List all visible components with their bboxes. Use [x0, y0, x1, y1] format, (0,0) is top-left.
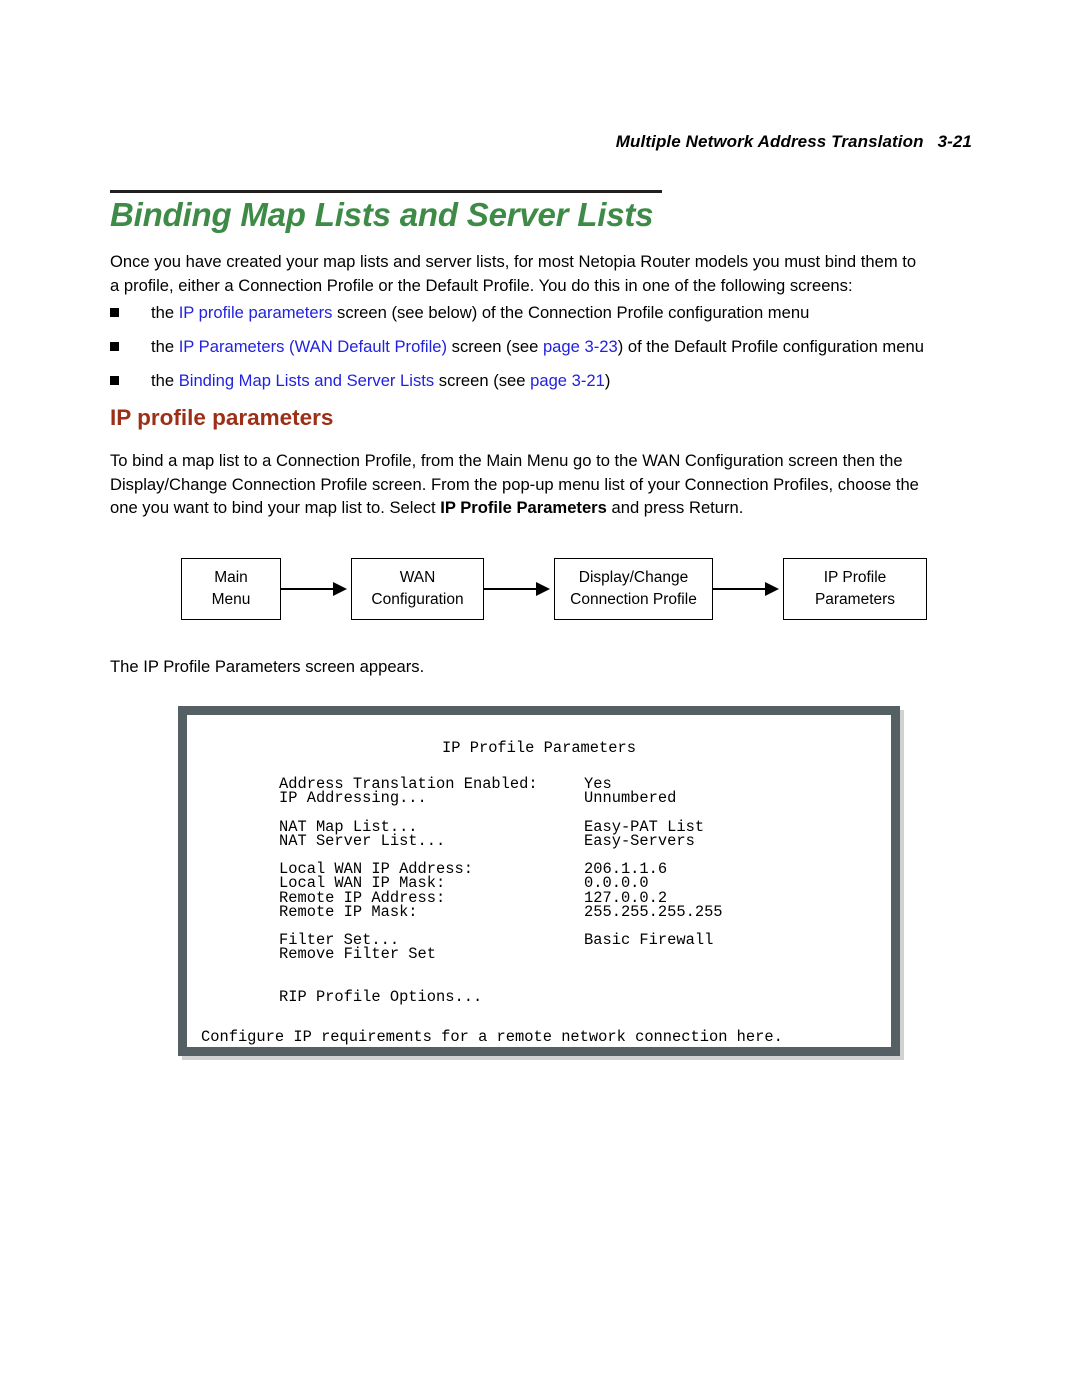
terminal-screen: IP Profile Parameters Address Translatio…: [178, 706, 900, 1056]
flow-box-2-line-2: Configuration: [371, 591, 464, 608]
arrow-head: [765, 582, 779, 596]
page-title: Binding Map Lists and Server Lists: [110, 196, 654, 233]
running-header: Multiple Network Address Translation 3-21: [616, 132, 972, 152]
terminal-status-line: Configure IP requirements for a remote n…: [201, 1028, 783, 1046]
square-bullet-icon: [110, 342, 119, 351]
row-value: 255.255.255.255: [584, 902, 723, 921]
bind-paragraph-line-3: one you want to bind your map list to. S…: [110, 496, 972, 520]
row-value: Unnumbered: [584, 789, 677, 808]
page-number: 3-21: [937, 132, 972, 151]
row-label: RIP Profile Options...: [279, 987, 483, 1006]
link-binding-map-lists-and-server-lists[interactable]: Binding Map Lists and Server Lists: [179, 371, 435, 390]
flow-box-1-line-1: Main: [214, 569, 248, 586]
bind-line-3-pre: one you want to bind your map list to. S…: [110, 498, 441, 517]
list-item-text: the IP profile parameters screen (see be…: [151, 302, 980, 323]
flow-box-main-menu: Main Menu: [181, 558, 281, 620]
link-page-3-23[interactable]: page 3-23: [543, 337, 618, 356]
row-value: Basic Firewall: [584, 931, 714, 950]
list-item-text: the IP Parameters (WAN Default Profile) …: [151, 336, 980, 357]
arrow-shaft: [281, 588, 337, 590]
bullet-3-pre: the: [151, 371, 179, 390]
bind-instructions-paragraph: To bind a map list to a Connection Profi…: [110, 449, 972, 520]
row-label: NAT Server List...: [279, 831, 446, 850]
flow-box-4-line-2: Parameters: [814, 591, 896, 608]
flow-box-1-line-2: Menu: [211, 591, 251, 608]
list-item: the IP Parameters (WAN Default Profile) …: [110, 336, 980, 357]
title-divider-rule: [110, 190, 662, 193]
terminal-title: IP Profile Parameters: [442, 739, 636, 757]
arrow-head: [536, 582, 550, 596]
bullet-1-post: screen (see below) of the Connection Pro…: [332, 303, 810, 322]
arrow-shaft: [713, 588, 769, 590]
bullet-2-pre: the: [151, 337, 179, 356]
flow-box-3-line-2: Connection Profile: [570, 591, 697, 608]
square-bullet-icon: [110, 308, 119, 317]
row-value: [584, 947, 883, 961]
link-ip-parameters-wan-default-profile[interactable]: IP Parameters (WAN Default Profile): [179, 337, 447, 356]
bullet-3-post: ): [604, 371, 611, 390]
bullet-2-post: ) of the Default Profile configuration m…: [617, 337, 924, 356]
bullet-1-pre: the: [151, 303, 179, 322]
flow-box-ip-profile-parameters: IP Profile Parameters: [783, 558, 927, 620]
terminal-row-spacer: [279, 961, 883, 989]
bullet-3-mid: screen (see: [434, 371, 531, 390]
bind-paragraph-line-2: Display/Change Connection Profile screen…: [110, 474, 919, 494]
flow-arrow-icon: [281, 582, 351, 596]
intro-paragraph-line-1: Once you have created your map lists and…: [110, 252, 917, 271]
intro-paragraph: Once you have created your map lists and…: [110, 250, 972, 297]
link-ip-profile-parameters[interactable]: IP profile parameters: [179, 303, 333, 322]
navigation-flow-diagram: Main Menu WAN Configuration Display/Chan…: [181, 558, 927, 620]
terminal-row-remove-filter-set[interactable]: Remove Filter Set: [279, 945, 883, 964]
terminal-row-ip-addressing[interactable]: IP Addressing... Unnumbered: [279, 789, 883, 808]
bind-line-3-emphasis: IP Profile Parameters: [440, 498, 607, 517]
terminal-row-nat-server-list[interactable]: NAT Server List... Easy-Servers: [279, 831, 883, 850]
row-label: Remove Filter Set: [279, 945, 437, 964]
running-header-title: Multiple Network Address Translation: [615, 132, 924, 151]
terminal-row-remote-ip-mask[interactable]: Remote IP Mask: 255.255.255.255: [279, 902, 883, 921]
bind-paragraph-line-1: To bind a map list to a Connection Profi…: [110, 451, 903, 470]
bind-line-3-post: and press Return.: [606, 498, 744, 517]
terminal-row-rip-profile-options[interactable]: RIP Profile Options...: [279, 987, 883, 1006]
intro-paragraph-line-2: a profile, either a Connection Profile o…: [110, 275, 853, 295]
list-item: the IP profile parameters screen (see be…: [110, 302, 980, 323]
flow-box-wan-configuration: WAN Configuration: [351, 558, 484, 620]
flow-arrow-icon: [484, 582, 554, 596]
flow-box-4-line-1: IP Profile: [823, 569, 887, 586]
row-label: IP Addressing...: [279, 789, 427, 808]
flow-box-3-line-1: Display/Change: [578, 569, 689, 586]
screen-options-list: the IP profile parameters screen (see be…: [110, 302, 980, 404]
list-item-text: the Binding Map Lists and Server Lists s…: [151, 370, 980, 391]
terminal-content: IP Profile Parameters Address Translatio…: [187, 715, 891, 1047]
terminal-parameter-rows: Address Translation Enabled: Yes IP Addr…: [279, 776, 883, 1006]
flow-box-display-change-connection-profile: Display/Change Connection Profile: [554, 558, 713, 620]
flow-arrow-icon: [713, 582, 783, 596]
screen-appears-caption: The IP Profile Parameters screen appears…: [110, 657, 425, 676]
section-heading-ip-profile-parameters: IP profile parameters: [110, 405, 334, 430]
square-bullet-icon: [110, 376, 119, 385]
arrow-head: [333, 582, 347, 596]
row-value: Easy-Servers: [584, 831, 695, 850]
link-page-3-21[interactable]: page 3-21: [530, 371, 605, 390]
arrow-shaft: [484, 588, 540, 590]
list-item: the Binding Map Lists and Server Lists s…: [110, 370, 980, 391]
flow-box-2-line-1: WAN: [399, 569, 436, 586]
row-value: [584, 990, 883, 1004]
bullet-2-mid: screen (see: [447, 337, 543, 356]
row-label: Remote IP Mask:: [279, 902, 418, 921]
